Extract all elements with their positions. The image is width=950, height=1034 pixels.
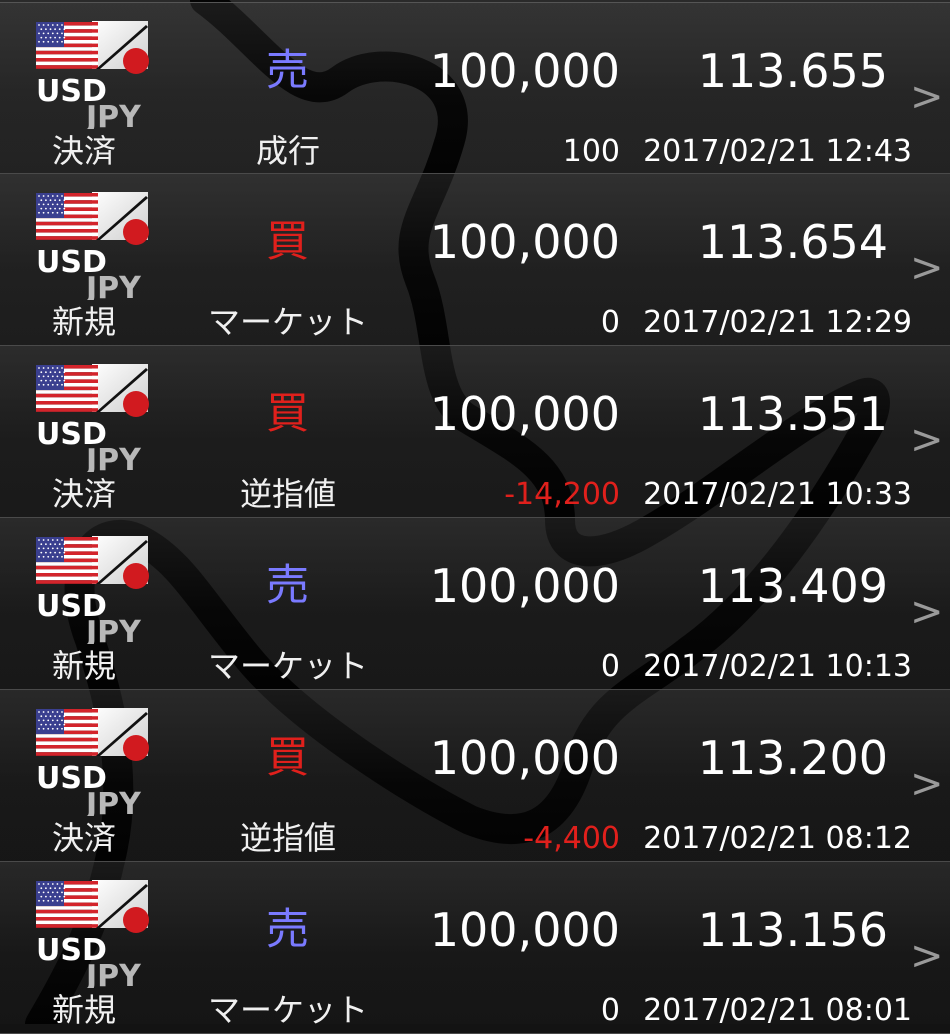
pair-quote-label: JPY xyxy=(84,443,142,472)
quantity: 100,000 xyxy=(429,731,620,785)
execution-price: 113.156 xyxy=(697,903,888,957)
profit-loss: -14,200 xyxy=(504,477,620,512)
quantity: 100,000 xyxy=(429,387,620,441)
execution-price: 113.200 xyxy=(697,731,888,785)
order-type: マーケット xyxy=(207,647,368,685)
trade-side: 売 xyxy=(266,905,309,955)
order-row[interactable]: USD JPY 買 100,000 113.551 > 決済 逆指値 -14,200 2017… xyxy=(0,346,950,518)
profit-loss: -4,400 xyxy=(523,821,620,856)
order-row[interactable]: USD JPY 売 100,000 113.655 > 決済 成行 100 2017/02/2… xyxy=(0,2,950,174)
chevron-right-icon[interactable]: > xyxy=(910,934,944,978)
quantity: 100,000 xyxy=(429,903,620,957)
usd-jpy-flag-icon: USD JPY xyxy=(34,362,150,472)
chevron-right-icon[interactable]: > xyxy=(910,75,944,119)
usd-jpy-flag-icon: USD JPY xyxy=(34,19,150,129)
order-row[interactable]: USD JPY 売 100,000 113.156 > 新規 マーケット 0 2017/02/… xyxy=(0,862,950,1034)
timestamp: 2017/02/21 12:29 xyxy=(643,305,912,340)
usd-jpy-flag-icon: USD JPY xyxy=(34,878,150,988)
quantity: 100,000 xyxy=(429,215,620,269)
order-row[interactable]: USD JPY 買 100,000 113.654 > 新規 マーケット 0 2017/02/… xyxy=(0,174,950,346)
chevron-right-icon[interactable]: > xyxy=(910,590,944,634)
execution-price: 113.409 xyxy=(697,559,888,613)
order-type: マーケット xyxy=(207,991,368,1029)
timestamp: 2017/02/21 08:01 xyxy=(643,993,912,1028)
profit-loss: 0 xyxy=(600,993,620,1028)
order-row[interactable]: USD JPY 売 100,000 113.409 > 新規 マーケット 0 2017/02/… xyxy=(0,518,950,690)
order-history-list: USD JPY 売 100,000 113.655 > 決済 成行 100 2017/02/2… xyxy=(0,0,950,1034)
order-type: 逆指値 xyxy=(239,819,336,857)
trade-side: 買 xyxy=(266,217,309,267)
trade-side: 売 xyxy=(266,46,309,96)
execution-price: 113.655 xyxy=(697,44,888,98)
execution-price: 113.551 xyxy=(697,387,888,441)
timestamp: 2017/02/21 12:43 xyxy=(643,134,912,169)
timestamp: 2017/02/21 10:13 xyxy=(643,649,912,684)
order-type: 成行 xyxy=(255,132,320,170)
quantity: 100,000 xyxy=(429,44,620,98)
pair-quote-label: JPY xyxy=(84,615,142,644)
pair-quote-label: JPY xyxy=(84,271,142,300)
position-kind: 新規 xyxy=(51,991,116,1029)
order-type: マーケット xyxy=(207,303,368,341)
position-kind: 新規 xyxy=(51,647,116,685)
position-kind: 決済 xyxy=(51,475,116,513)
order-row[interactable]: USD JPY 買 100,000 113.200 > 決済 逆指値 -4,400 2017/… xyxy=(0,690,950,862)
profit-loss: 100 xyxy=(562,134,620,169)
chevron-right-icon[interactable]: > xyxy=(910,246,944,290)
pair-quote-label: JPY xyxy=(84,100,142,129)
position-kind: 決済 xyxy=(51,132,116,170)
order-type: 逆指値 xyxy=(239,475,336,513)
position-kind: 決済 xyxy=(51,819,116,857)
usd-jpy-flag-icon: USD JPY xyxy=(34,534,150,644)
position-kind: 新規 xyxy=(51,303,116,341)
trade-side: 売 xyxy=(266,561,309,611)
usd-jpy-flag-icon: USD JPY xyxy=(34,706,150,816)
trade-side: 買 xyxy=(266,389,309,439)
pair-quote-label: JPY xyxy=(84,959,142,988)
chevron-right-icon[interactable]: > xyxy=(910,762,944,806)
profit-loss: 0 xyxy=(600,305,620,340)
pair-quote-label: JPY xyxy=(84,787,142,816)
chevron-right-icon[interactable]: > xyxy=(910,418,944,462)
profit-loss: 0 xyxy=(600,649,620,684)
execution-price: 113.654 xyxy=(697,215,888,269)
quantity: 100,000 xyxy=(429,559,620,613)
timestamp: 2017/02/21 10:33 xyxy=(643,477,912,512)
timestamp: 2017/02/21 08:12 xyxy=(643,821,912,856)
trade-side: 買 xyxy=(266,733,309,783)
usd-jpy-flag-icon: USD JPY xyxy=(34,190,150,300)
